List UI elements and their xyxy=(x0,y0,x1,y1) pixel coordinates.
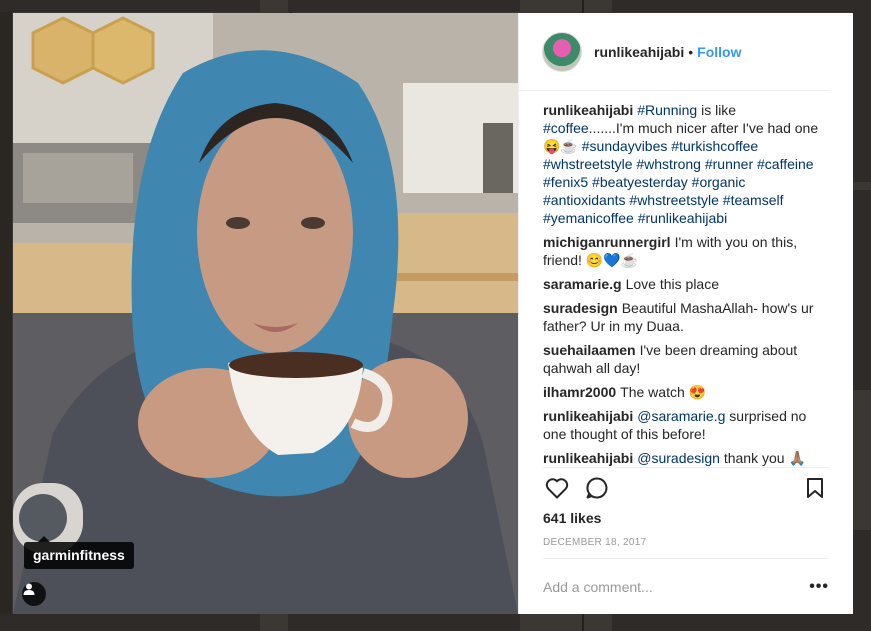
post-date: DECEMBER 18, 2017 xyxy=(543,537,829,559)
user-tag-button[interactable] xyxy=(22,582,46,606)
comment-item: suradesign Beautiful MashaAllah- how's ur… xyxy=(543,299,829,335)
hashtag-link[interactable]: #teamself xyxy=(723,192,784,208)
caption: runlikeahijabi #Running is like #coffee..… xyxy=(543,101,829,227)
comment-username[interactable]: suehailaamen xyxy=(543,342,636,358)
comment-username[interactable]: saramarie.g xyxy=(543,276,622,292)
comment-username[interactable]: runlikeahijabi xyxy=(543,408,633,424)
comment-item: suehailaamen I've been dreaming about qah… xyxy=(543,341,829,377)
comment-bubble-icon xyxy=(586,476,608,498)
hashtag-link[interactable]: #yemanicoffee xyxy=(543,210,634,226)
feed-tile xyxy=(288,614,520,631)
comment-item: michiganrunnergirl I'm with you on this, … xyxy=(543,233,829,269)
hashtag-link[interactable]: #runner xyxy=(705,156,753,172)
add-comment-bar: ••• xyxy=(519,559,853,614)
hashtag-link[interactable]: #antioxidants xyxy=(543,192,626,208)
comment-text: is like xyxy=(697,102,737,118)
comment-username[interactable]: ilhamr2000 xyxy=(543,384,616,400)
feed-tile xyxy=(0,0,260,12)
hashtag-link[interactable]: #coffee xyxy=(543,120,589,136)
comment-item: saramarie.g Love this place xyxy=(543,275,829,293)
comment-text: The watch 😍 xyxy=(620,384,707,400)
likes-count[interactable]: 641 likes xyxy=(543,509,829,527)
user-tag-icon xyxy=(23,583,35,595)
mention-link[interactable]: @suradesign xyxy=(637,450,720,466)
comment-username[interactable]: runlikeahijabi xyxy=(543,450,633,466)
like-button[interactable] xyxy=(543,474,571,502)
hashtag-link[interactable]: #whstreetstyle xyxy=(543,156,632,172)
post-sidebar: runlikeahijabi • Follow runlikeahijabi #R… xyxy=(518,13,853,614)
hashtag-link[interactable]: #caffeine xyxy=(757,156,814,172)
comment-username[interactable]: suradesign xyxy=(543,300,618,316)
bookmark-icon xyxy=(807,477,823,498)
save-button[interactable] xyxy=(801,474,829,502)
comment-username[interactable]: michiganrunnergirl xyxy=(543,234,671,250)
comment-text: Love this place xyxy=(625,276,720,292)
feed-tile xyxy=(852,190,871,390)
comment-text: thank you 🙏🏽 xyxy=(719,450,806,466)
avatar[interactable] xyxy=(542,31,582,72)
more-options-button[interactable]: ••• xyxy=(809,578,829,596)
hashtag-link[interactable]: #whstreetstyle xyxy=(629,192,718,208)
photo-illustration xyxy=(13,13,518,614)
action-bar xyxy=(543,467,829,507)
hashtag-link[interactable]: #whstrong xyxy=(636,156,701,172)
mention-link[interactable]: @saramarie.g xyxy=(637,408,725,424)
hashtag-link[interactable]: #turkishcoffee xyxy=(671,138,758,154)
hashtag-link[interactable]: #runlikeahijabi xyxy=(638,210,728,226)
post-header: runlikeahijabi • Follow xyxy=(519,13,830,91)
hashtag-link[interactable]: #sundayvibes xyxy=(582,138,668,154)
hashtag-link[interactable]: #fenix5 xyxy=(543,174,588,190)
follow-button[interactable]: Follow xyxy=(697,44,741,60)
author-username[interactable]: runlikeahijabi xyxy=(594,44,684,60)
feed-tile xyxy=(0,614,260,631)
hashtag-link[interactable]: #organic xyxy=(692,174,746,190)
comment-input[interactable] xyxy=(543,578,810,595)
comment-item: runlikeahijabi @suradesign thank you 🙏🏽 xyxy=(543,449,829,467)
hashtag-link[interactable]: #beatyesterday xyxy=(592,174,688,190)
feed-tile xyxy=(852,12,871,182)
comment-item: runlikeahijabi @saramarie.g surprised no … xyxy=(543,407,829,443)
hashtag-link[interactable]: #Running xyxy=(637,102,697,118)
feed-tile xyxy=(288,0,520,12)
comment-button[interactable] xyxy=(583,474,611,502)
caption-username[interactable]: runlikeahijabi xyxy=(543,102,633,118)
photo-tag-label[interactable]: garminfitness xyxy=(24,536,134,569)
feed-tile xyxy=(612,0,871,12)
post-photo[interactable]: garminfitness xyxy=(13,13,518,614)
header-separator: • xyxy=(688,43,694,60)
feed-tile xyxy=(612,614,871,631)
post-modal: garminfitness runlikeahijabi • Follow ru… xyxy=(13,13,853,614)
heart-icon xyxy=(545,477,569,498)
actions-block: 641 likes DECEMBER 18, 2017 xyxy=(519,467,853,559)
comment-item: ilhamr2000 The watch 😍 xyxy=(543,383,829,401)
comments-list[interactable]: runlikeahijabi #Running is like #coffee..… xyxy=(519,91,853,467)
